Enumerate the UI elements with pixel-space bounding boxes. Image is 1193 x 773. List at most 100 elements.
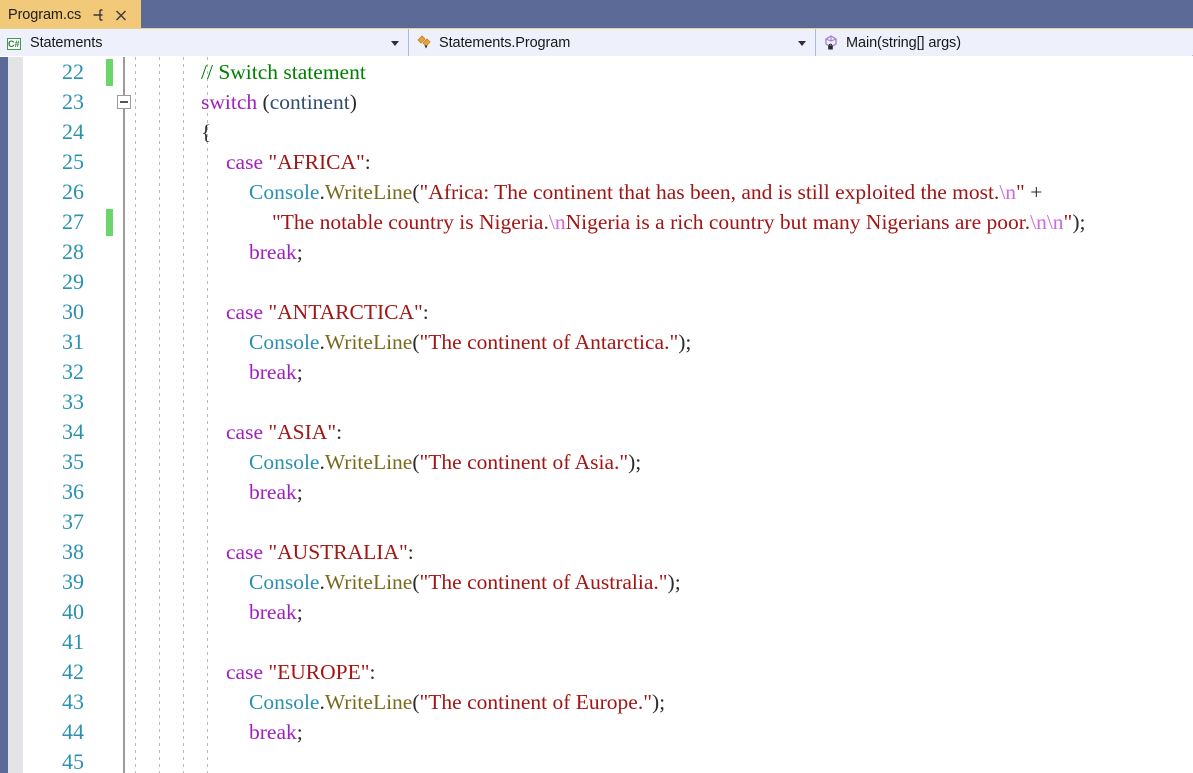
document-tab-label: Program.cs xyxy=(8,6,82,23)
chevron-down-icon[interactable] xyxy=(391,40,399,46)
token-punct: ) xyxy=(349,90,357,114)
project-dropdown[interactable]: C# Statements xyxy=(0,29,409,56)
close-icon[interactable] xyxy=(114,7,128,23)
line-number: 29 xyxy=(62,269,84,294)
code-line[interactable]: 32 break; xyxy=(0,357,1193,387)
code-line[interactable]: 45 xyxy=(0,747,1193,773)
member-dropdown[interactable]: Main(string[] args) xyxy=(816,29,1192,56)
line-number: 40 xyxy=(62,599,84,624)
code-line[interactable]: 30 case "ANTARCTICA": xyxy=(0,297,1193,327)
document-tab-strip: Program.cs xyxy=(0,0,1193,28)
code-line[interactable]: 41 xyxy=(0,627,1193,657)
code-line-text: Console.WriteLine("Africa: The continent… xyxy=(249,177,1048,207)
document-tab-program-cs[interactable]: Program.cs xyxy=(0,0,141,28)
visual-studio-editor-window: Program.cs C# Statements Statements.Prog… xyxy=(0,0,1193,773)
code-line[interactable]: 39 Console.WriteLine("The continent of Au… xyxy=(0,567,1193,597)
code-line-text: "The notable country is Nigeria.\nNigeri… xyxy=(272,207,1085,237)
token-punct: ); xyxy=(678,330,692,354)
code-line[interactable]: 22 // Switch statement xyxy=(0,57,1193,87)
code-line-text: case "ASIA": xyxy=(226,417,342,447)
token-type: Console xyxy=(249,330,320,354)
line-number: 31 xyxy=(62,329,84,354)
token-string: "The continent of Antarctica." xyxy=(419,330,679,354)
token-escape: \n xyxy=(548,210,566,234)
code-line-list: 22// Switch statement 23 switch ( continent… xyxy=(0,57,1193,773)
code-line-text: case "EUROPE": xyxy=(226,657,376,687)
code-line[interactable]: 31 Console.WriteLine("The continent of An… xyxy=(0,327,1193,357)
token-escape: \n xyxy=(999,180,1017,204)
token-punct: ( xyxy=(412,330,420,354)
chevron-down-icon[interactable] xyxy=(798,40,806,46)
code-line[interactable]: 29 xyxy=(0,267,1193,297)
token-method: WriteLine xyxy=(324,570,413,594)
code-line-text: // Switch statement xyxy=(201,57,366,87)
token-punct: ( xyxy=(412,690,420,714)
code-line[interactable]: 23 switch (continent) xyxy=(0,87,1193,117)
line-number: 23 xyxy=(62,89,84,114)
token-punct: ); xyxy=(667,570,681,594)
class-icon xyxy=(416,34,433,51)
code-line[interactable]: 35 Console.WriteLine("The continent of As… xyxy=(0,447,1193,477)
code-line[interactable]: 24 { xyxy=(0,117,1193,147)
line-number: 24 xyxy=(62,119,84,144)
token-string: "EUROPE" xyxy=(268,660,370,684)
code-line[interactable]: 37 xyxy=(0,507,1193,537)
member-dropdown-label: Main(string[] args) xyxy=(846,34,961,51)
code-line[interactable]: 27 "The notable country is Nigeria.\nNige… xyxy=(0,207,1193,237)
token-punct: ; xyxy=(296,600,303,624)
code-line[interactable]: 38 case "AUSTRALIA": xyxy=(0,537,1193,567)
token-punct: ; xyxy=(296,240,303,264)
token-string: "ANTARCTICA" xyxy=(268,300,423,324)
token-keyword: break xyxy=(249,600,297,624)
line-number: 25 xyxy=(62,149,84,174)
code-line[interactable]: 44 break; xyxy=(0,717,1193,747)
token-string: "The continent of Australia." xyxy=(419,570,668,594)
token-type: Console xyxy=(249,570,320,594)
code-line[interactable]: 36 break; xyxy=(0,477,1193,507)
line-number: 36 xyxy=(62,479,84,504)
token-string: "ASIA" xyxy=(268,420,337,444)
token-op: + xyxy=(1024,180,1048,204)
pin-icon[interactable] xyxy=(91,7,105,23)
token-punct: ); xyxy=(628,450,642,474)
code-line[interactable]: 33 xyxy=(0,387,1193,417)
token-method: WriteLine xyxy=(324,450,413,474)
line-number: 32 xyxy=(62,359,84,384)
token-escape: \n\n xyxy=(1030,210,1064,234)
code-line[interactable]: 43 Console.WriteLine("The continent of Eu… xyxy=(0,687,1193,717)
code-line[interactable]: 34 case "ASIA": xyxy=(0,417,1193,447)
token-string: "AUSTRALIA" xyxy=(268,540,408,564)
token-keyword: case xyxy=(226,300,263,324)
type-dropdown[interactable]: Statements.Program xyxy=(409,29,816,56)
token-punct: ; xyxy=(296,480,303,504)
token-type: Console xyxy=(249,690,320,714)
token-keyword: break xyxy=(249,240,297,264)
token-keyword: case xyxy=(226,420,263,444)
token-string: "The notable country is Nigeria. xyxy=(272,210,549,234)
token-keyword: switch xyxy=(201,90,258,114)
code-line-text: break; xyxy=(249,237,303,267)
token-string: " xyxy=(1016,180,1025,204)
collapse-region-toggle[interactable] xyxy=(117,95,131,109)
line-number: 39 xyxy=(62,569,84,594)
token-method: WriteLine xyxy=(324,690,413,714)
line-number: 38 xyxy=(62,539,84,564)
line-number: 37 xyxy=(62,509,84,534)
code-line[interactable]: 26 Console.WriteLine("Africa: The contine… xyxy=(0,177,1193,207)
code-line[interactable]: 28 break; xyxy=(0,237,1193,267)
line-number: 28 xyxy=(62,239,84,264)
token-punct: ); xyxy=(652,690,666,714)
code-line-text: { xyxy=(201,117,211,147)
code-editor-surface[interactable]: 22// Switch statement 23 switch ( continent… xyxy=(0,57,1193,773)
code-line[interactable]: 42 case "EUROPE": xyxy=(0,657,1193,687)
token-type: Console xyxy=(249,180,320,204)
token-punct: ( xyxy=(412,570,420,594)
code-line[interactable]: 25 case "AFRICA": xyxy=(0,147,1193,177)
token-string: "Africa: The continent that has been, an… xyxy=(419,180,1000,204)
token-method: WriteLine xyxy=(324,330,413,354)
code-line[interactable]: 40 break; xyxy=(0,597,1193,627)
code-line-text: break; xyxy=(249,357,303,387)
token-type: Console xyxy=(249,450,320,474)
token-ident: continent xyxy=(269,90,350,114)
line-number: 45 xyxy=(62,749,84,773)
